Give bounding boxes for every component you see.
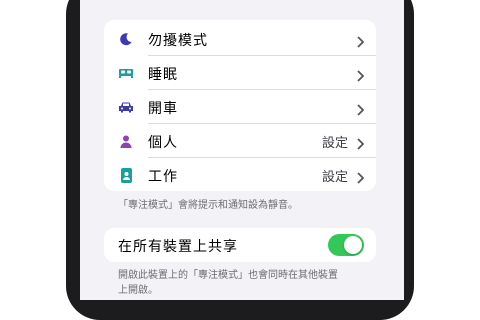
id-badge-icon	[118, 167, 134, 183]
share-label: 在所有裝置上共享	[118, 239, 238, 255]
chevron-right-icon	[357, 101, 365, 120]
focus-item-do-not-disturb[interactable]: 勿擾模式	[104, 22, 376, 56]
bed-icon	[118, 65, 134, 81]
share-footnote-line1: 開啟此裝置上的「專注模式」也會同時在其他裝置	[118, 270, 338, 281]
focus-item-label: 開車	[148, 101, 178, 117]
person-icon	[118, 133, 134, 149]
chevron-right-icon	[357, 169, 365, 188]
focus-item-label: 個人	[148, 135, 178, 151]
chevron-right-icon	[357, 67, 365, 86]
share-footnote-line2: 上開啟。	[118, 285, 158, 296]
toggle-knob	[344, 236, 362, 254]
focus-item-personal[interactable]: 個人 設定	[104, 124, 376, 158]
focus-item-label: 勿擾模式	[148, 33, 208, 49]
settings-screen: 勿擾模式 睡眠 開車 個人 設定 工作 設定 「專注模式」會將提示和通知設為靜音…	[80, 0, 404, 300]
car-icon	[118, 99, 134, 115]
focus-item-value: 設定	[321, 136, 348, 151]
share-across-devices: 在所有裝置上共享	[104, 228, 376, 262]
focus-mode-list: 勿擾模式 睡眠 開車 個人 設定 工作 設定	[104, 20, 376, 191]
focus-item-driving[interactable]: 開車	[104, 90, 376, 124]
share-toggle[interactable]	[328, 234, 364, 256]
moon-icon	[118, 31, 134, 47]
focus-item-label: 工作	[148, 169, 178, 185]
focus-item-work[interactable]: 工作 設定	[104, 158, 376, 192]
focus-item-label: 睡眠	[148, 67, 178, 83]
focus-item-value: 設定	[321, 170, 348, 185]
focus-footnote: 「專注模式」會將提示和通知設為靜音。	[118, 200, 298, 211]
focus-item-sleep[interactable]: 睡眠	[104, 56, 376, 90]
chevron-right-icon	[357, 33, 365, 52]
share-across-devices-row: 在所有裝置上共享	[104, 228, 376, 262]
chevron-right-icon	[357, 135, 365, 154]
